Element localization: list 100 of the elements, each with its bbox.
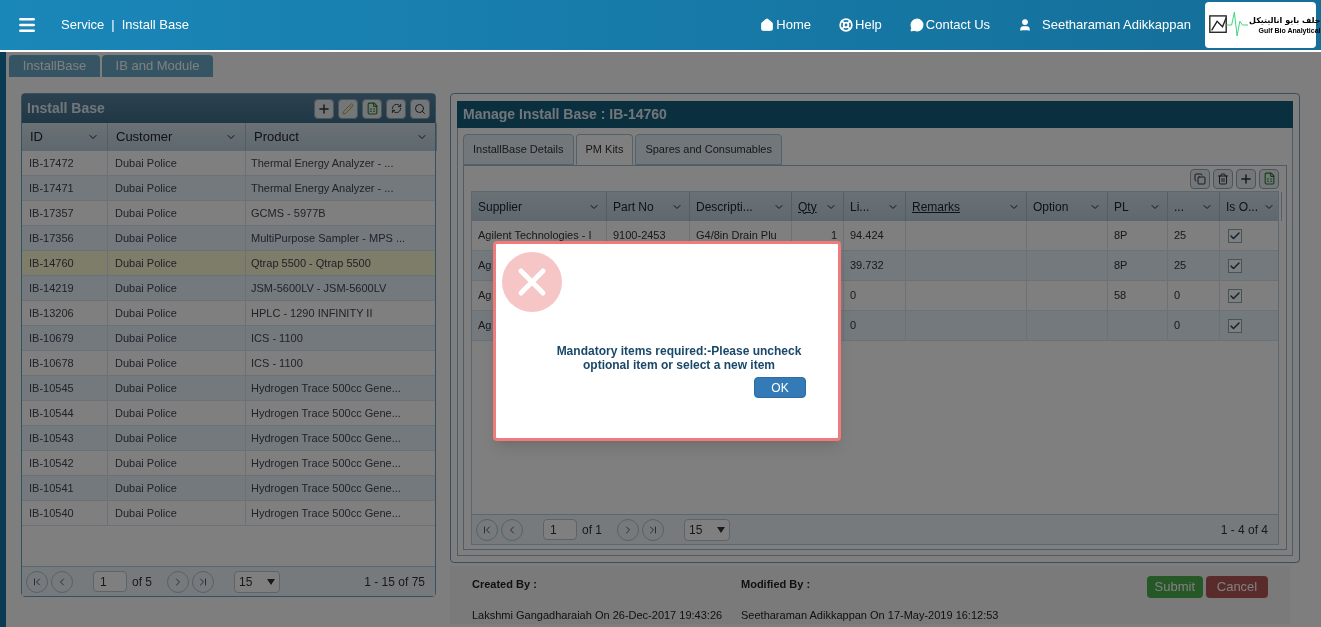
search-button[interactable] — [410, 98, 430, 119]
user-icon — [1018, 18, 1033, 32]
table-cell: Dubai Police — [108, 501, 246, 526]
table-cell-text: 0 — [1174, 288, 1181, 304]
checkbox[interactable] — [1228, 318, 1242, 333]
table-cell-text: 25 — [1174, 228, 1187, 244]
table-cell-text: 8P — [1114, 258, 1128, 274]
spreadsheet-button[interactable] — [362, 98, 382, 119]
table-cell-text: Thermal Energy Analyzer - ... — [250, 181, 395, 196]
table-row[interactable]: IB-13206 Dubai Police HPLC - 1290 INFINITY II — [22, 301, 435, 326]
table-cell-text: Hydrogen Trace 500cc Gene... — [250, 431, 402, 446]
tab[interactable]: InstallBase Details — [463, 134, 574, 165]
ok-button[interactable]: OK — [754, 377, 806, 398]
table-row[interactable]: IB-10544 Dubai Police Hydrogen Trace 500cc Gene... — [22, 401, 435, 426]
table-cell-text: 58 — [1114, 288, 1127, 304]
checkbox[interactable] — [1228, 228, 1242, 243]
first-page-icon — [481, 523, 493, 536]
table-cell-text: Ag — [478, 318, 492, 334]
table-cell-text: Ag — [478, 288, 492, 304]
refresh-icon — [390, 103, 402, 114]
home-icon — [760, 18, 775, 32]
created-by-label: Created By : — [472, 577, 538, 592]
table-row[interactable]: IB-17471 Dubai Police Thermal Energy Analyzer - ... — [22, 176, 435, 201]
page-size-dropdown[interactable]: 15 — [684, 518, 730, 541]
table-cell-text: JSM-5600LV - JSM-5600LV — [250, 281, 388, 296]
table-row[interactable]: IB-14760 Dubai Police Qtrap 5500 - Qtrap 5500 — [22, 251, 435, 276]
add-button[interactable] — [1236, 168, 1256, 189]
table-cell-text: Hydrogen Trace 500cc Gene... — [250, 506, 402, 521]
nav-link[interactable]: Help — [839, 15, 882, 35]
modified-by-label: Modified By : — [741, 577, 812, 592]
table-cell-text: Qtrap 5500 - Qtrap 5500 — [250, 256, 372, 271]
add-button[interactable] — [314, 98, 334, 119]
lifebuoy-icon — [839, 18, 854, 32]
table-cell: IB-10540 — [22, 501, 108, 526]
section-title: Service — [61, 16, 105, 35]
table-cell-text: 0 — [850, 288, 857, 304]
table-row[interactable]: IB-10543 Dubai Police Hydrogen Trace 500cc Gene... — [22, 426, 435, 451]
copy-icon — [1194, 172, 1206, 185]
panel-title: Manage Install Base : IB-14760 — [463, 105, 667, 124]
table-row[interactable]: IB-17357 Dubai Police GCMS - 5977B — [22, 201, 435, 226]
module-tab[interactable]: InstallBase — [9, 55, 100, 77]
table-cell-text: 0 — [1174, 318, 1181, 334]
panel-title: Install Base — [27, 99, 105, 118]
search-icon — [414, 102, 426, 115]
table-cell-text: Hydrogen Trace 500cc Gene... — [250, 406, 402, 421]
edit-button[interactable] — [338, 98, 358, 119]
spreadsheet-icon — [365, 102, 379, 115]
table-cell-text: MultiPurpose Sampler - MPS ... — [250, 231, 407, 246]
table-cell-text: GCMS - 5977B — [250, 206, 327, 221]
first-page-icon — [31, 575, 43, 588]
table-row[interactable]: IB-10545 Dubai Police Hydrogen Trace 500cc Gene... — [22, 376, 435, 401]
caret-icon — [267, 578, 275, 585]
table-cell-text: Ag — [478, 258, 492, 274]
table-row[interactable]: IB-10542 Dubai Police Hydrogen Trace 500cc Gene... — [22, 451, 435, 476]
page-field[interactable]: 1 — [543, 519, 577, 540]
trash-icon — [1217, 172, 1229, 185]
table-row[interactable]: IB-10541 Dubai Police Hydrogen Trace 500cc Gene... — [22, 476, 435, 501]
table-cell-text: Agilent Technologies - I — [478, 228, 592, 244]
nav-link[interactable]: Contact Us — [909, 15, 991, 35]
plus-icon — [1239, 171, 1253, 186]
record-count: 1 - 15 of 75 — [364, 573, 425, 591]
table-cell-text: 1 — [830, 228, 837, 244]
table-cell-text: G4/8in Drain Plu — [696, 228, 777, 244]
nav-link[interactable]: Home — [760, 15, 812, 35]
submit-button[interactable]: Submit — [1146, 576, 1203, 598]
table-row[interactable]: IB-10679 Dubai Police ICS - 1100 — [22, 326, 435, 351]
page-size-dropdown[interactable]: 15 — [234, 570, 280, 593]
tab[interactable]: Spares and Consumables — [635, 134, 782, 165]
menu-icon[interactable] — [17, 15, 37, 35]
copy-button[interactable] — [1190, 168, 1210, 189]
cancel-button[interactable]: Cancel — [1206, 576, 1268, 598]
record-count: 1 - 4 of 4 — [1220, 521, 1268, 539]
refresh-button[interactable] — [386, 98, 406, 119]
last-page-icon — [647, 523, 659, 536]
tab[interactable]: PM Kits — [575, 134, 634, 165]
pencil-icon — [342, 102, 354, 115]
check-icon — [1229, 259, 1241, 272]
table-cell-text: 25 — [1174, 258, 1187, 274]
table-cell-text: 0 — [850, 318, 857, 334]
checkbox[interactable] — [1228, 288, 1242, 303]
user-link[interactable]: Seetharaman Adikkappan — [1018, 15, 1191, 35]
table-cell-text: Hydrogen Trace 500cc Gene... — [250, 481, 402, 496]
page-count: of 5 — [132, 573, 152, 591]
page-field[interactable]: 1 — [93, 571, 127, 592]
check-icon — [1229, 229, 1241, 242]
table-row[interactable]: IB-10678 Dubai Police ICS - 1100 — [22, 351, 435, 376]
delete-button[interactable] — [1213, 168, 1233, 189]
table-row[interactable]: IB-17356 Dubai Police MultiPurpose Sampler - MPS ... — [22, 226, 435, 251]
checkbox[interactable] — [1228, 258, 1242, 273]
table-row[interactable]: IB-14219 Dubai Police JSM-5600LV - JSM-5600LV — [22, 276, 435, 301]
dialog-message: Mandatory items required:-Please uncheck optional item or select a new item — [555, 344, 803, 372]
table-row[interactable]: IB-17472 Dubai Police Thermal Energy Analyzer - ... — [22, 151, 435, 176]
spreadsheet-button[interactable] — [1259, 168, 1279, 189]
page-title: Install Base — [121, 16, 189, 35]
module-tab[interactable]: IB and Module — [102, 55, 213, 77]
plus-icon — [317, 101, 331, 116]
table-row[interactable]: IB-10540 Dubai Police Hydrogen Trace 500cc Gene... — [22, 501, 435, 526]
table-cell-text: 8P — [1114, 228, 1128, 244]
last-page-icon — [197, 575, 209, 588]
table-cell-text: Hydrogen Trace 500cc Gene... — [250, 381, 402, 396]
